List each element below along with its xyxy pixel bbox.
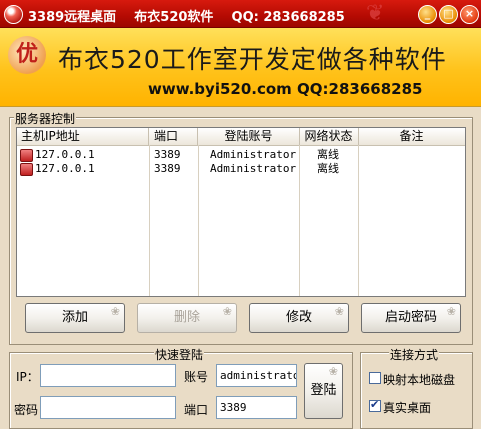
delete-button-label: 删除	[173, 310, 200, 325]
column-header-account[interactable]: 登陆账号	[198, 128, 300, 145]
real-desktop-label[interactable]: 真实桌面	[383, 399, 431, 416]
button-curl-icon: ❀	[446, 305, 456, 318]
row-account: Administrator	[210, 148, 297, 161]
map-disk-label[interactable]: 映射本地磁盘	[383, 371, 455, 388]
row-port: 3389	[154, 162, 181, 175]
port-label: 端口	[184, 403, 209, 417]
launch-password-button[interactable]: 启动密码 ❀	[361, 303, 461, 333]
launch-password-label: 启动密码	[384, 310, 437, 325]
column-header-note[interactable]: 备注	[358, 128, 465, 145]
account-label: 账号	[184, 370, 209, 384]
password-input[interactable]	[40, 396, 176, 419]
banner-contact: www.byi520.com QQ:283668285	[148, 80, 423, 98]
window-title: 3389远程桌面 布衣520软件 QQ: 283668285	[28, 10, 345, 25]
row-port: 3389	[154, 148, 181, 161]
delete-button[interactable]: 删除 ❀	[137, 303, 237, 333]
add-button[interactable]: 添加 ❀	[25, 303, 125, 333]
login-button-label: 登陆	[310, 383, 337, 398]
add-button-label: 添加	[61, 310, 88, 325]
account-input[interactable]: administrator	[216, 364, 297, 387]
real-desktop-checkbox[interactable]	[369, 398, 381, 412]
column-header-ip[interactable]: 主机IP地址	[17, 128, 149, 145]
banner-slogan: 布衣520工作室开发定做各种软件	[58, 45, 447, 74]
button-curl-icon: ❀	[222, 305, 232, 318]
minimize-button[interactable]: _	[418, 5, 437, 24]
server-list[interactable]: 主机IP地址 端口 登陆账号 网络状态 备注 127.0.0.1 3389 Ad…	[16, 127, 466, 297]
banner-logo-icon: 优	[8, 36, 46, 74]
map-disk-checkbox[interactable]	[369, 372, 381, 384]
port-input[interactable]: 3389	[216, 396, 297, 419]
column-header-status[interactable]: 网络状态	[299, 128, 359, 145]
row-ip: 127.0.0.1	[35, 148, 95, 161]
table-row[interactable]: 127.0.0.1 3389 Administrator 离线	[17, 148, 465, 162]
edit-button[interactable]: 修改 ❀	[249, 303, 349, 333]
row-status: 离线	[317, 148, 339, 161]
button-curl-icon: ❀	[334, 305, 344, 318]
table-row[interactable]: 127.0.0.1 3389 Administrator 离线	[17, 162, 465, 176]
title-bar[interactable]: 3389远程桌面 布衣520软件 QQ: 283668285 ❦ _ □ ×	[0, 0, 481, 28]
app-icon	[4, 5, 23, 24]
server-list-header: 主机IP地址 端口 登陆账号 网络状态 备注	[17, 128, 465, 146]
row-status: 离线	[317, 162, 339, 175]
row-account: Administrator	[210, 162, 297, 175]
ip-label: IP：	[16, 370, 39, 384]
connection-mode-title: 连接方式	[389, 346, 440, 363]
maximize-button[interactable]: □	[439, 5, 458, 24]
row-ip: 127.0.0.1	[35, 162, 95, 175]
ip-input[interactable]	[40, 364, 176, 387]
banner: 优 布衣520工作室开发定做各种软件 www.byi520.com QQ:283…	[0, 28, 481, 107]
connection-mode-group	[360, 352, 473, 429]
server-icon	[20, 149, 33, 162]
close-button[interactable]: ×	[460, 5, 479, 24]
server-control-title: 服务器控制	[14, 110, 77, 127]
login-button[interactable]: 登陆 ❀	[304, 363, 343, 419]
column-header-port[interactable]: 端口	[149, 128, 198, 145]
edit-button-label: 修改	[285, 310, 312, 325]
title-decoration: ❦	[366, 1, 385, 26]
button-curl-icon: ❀	[110, 305, 120, 318]
password-label: 密码	[14, 403, 39, 417]
button-curl-icon: ❀	[328, 365, 338, 378]
quick-login-title: 快速登陆	[154, 346, 205, 363]
server-icon	[20, 163, 33, 176]
